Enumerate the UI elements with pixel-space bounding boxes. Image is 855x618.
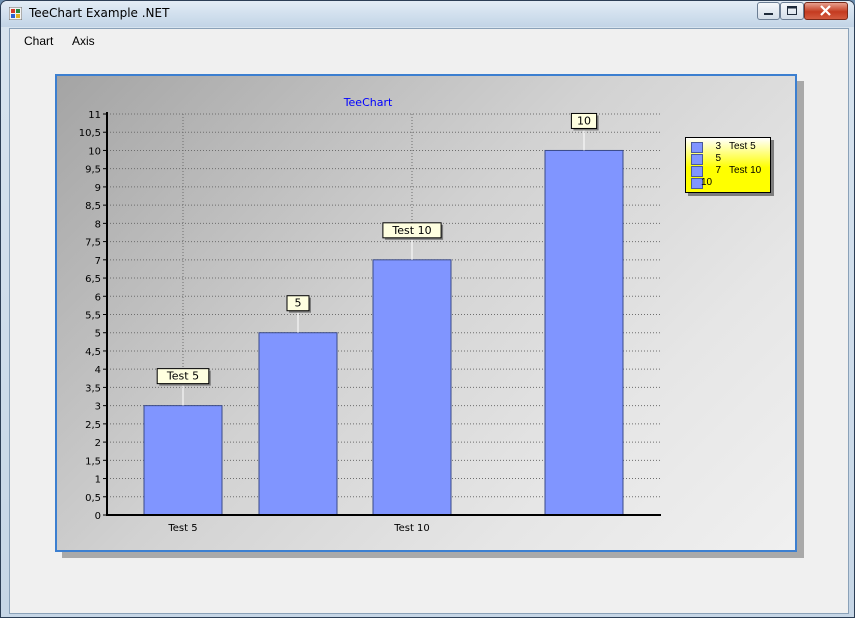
- legend-value: 7: [715, 165, 721, 176]
- minimize-icon: [764, 13, 773, 15]
- y-tick-label: 5,5: [85, 311, 101, 322]
- close-icon: [820, 5, 831, 16]
- value-mark-label: Test 10: [391, 224, 431, 237]
- y-tick-label: 0: [95, 511, 101, 522]
- legend-value: 3: [715, 141, 721, 152]
- maximize-button[interactable]: [780, 2, 804, 20]
- maximize-icon: [787, 6, 797, 15]
- y-tick-label: 5: [95, 329, 101, 340]
- value-mark-label: 5: [295, 297, 302, 310]
- menu-item-axis[interactable]: Axis: [72, 34, 95, 48]
- y-tick-label: 8,5: [85, 201, 101, 212]
- value-mark-label: Test 5: [166, 370, 199, 383]
- bar: [143, 405, 223, 516]
- y-tick-label: 6,5: [85, 274, 101, 285]
- form-client-area: Chart Axis TeeChart 0 0,5 1 1,5 2 2,5 3 3,5 4 4,5…: [9, 28, 849, 614]
- legend-label: Test 5: [729, 141, 756, 152]
- y-tick-label: 0,5: [85, 493, 101, 504]
- y-tick-label: 6: [95, 292, 101, 303]
- y-tick-label: 10,5: [79, 128, 101, 139]
- chart-legend[interactable]: 3 Test 5 5 7 Test 10 10: [685, 137, 771, 193]
- title-bar[interactable]: TeeChart Example .NET: [1, 1, 854, 27]
- y-tick-label: 7: [95, 256, 101, 267]
- y-tick-label: 7,5: [85, 238, 101, 249]
- legend-label: Test 10: [729, 165, 762, 176]
- y-tick-label: 4,5: [85, 347, 101, 358]
- y-tick-label: 8: [95, 219, 101, 230]
- bar: [372, 259, 452, 516]
- y-tick-label: 9: [95, 183, 101, 194]
- y-tick-label: 2: [95, 438, 101, 449]
- app-window: TeeChart Example .NET Chart Axis TeeChar…: [0, 0, 855, 618]
- y-tick-label: 9,5: [85, 165, 101, 176]
- value-mark-label: 10: [577, 114, 591, 127]
- close-button[interactable]: [804, 2, 848, 20]
- chart-title: TeeChart: [343, 96, 393, 109]
- menu-bar: Chart Axis: [10, 29, 848, 51]
- legend-swatch: [691, 142, 703, 153]
- legend-value: 10: [701, 177, 713, 188]
- window-title: TeeChart Example .NET: [29, 6, 170, 20]
- app-icon: [9, 7, 22, 20]
- legend-swatch: [691, 154, 703, 165]
- x-tick-label: Test 10: [393, 523, 430, 534]
- y-tick-label: 10: [88, 146, 101, 157]
- bar: [544, 149, 624, 516]
- y-tick-label: 3,5: [85, 383, 101, 394]
- teechart-control[interactable]: TeeChart 0 0,5 1 1,5 2 2,5 3 3,5 4 4,5 5 5,5 6 6,5 7 7,…: [55, 74, 797, 552]
- y-tick-label: 2,5: [85, 420, 101, 431]
- menu-item-chart[interactable]: Chart: [24, 34, 53, 48]
- y-tick-label: 1: [95, 475, 101, 486]
- y-tick-label: 4: [95, 365, 101, 376]
- x-tick-label: Test 5: [167, 523, 197, 534]
- y-tick-label: 11: [88, 110, 101, 121]
- legend-value: 5: [715, 153, 721, 164]
- legend-swatch: [691, 166, 703, 177]
- minimize-button[interactable]: [757, 2, 780, 20]
- bar: [258, 332, 338, 516]
- y-tick-label: 3: [95, 402, 101, 413]
- y-tick-label: 1,5: [85, 456, 101, 467]
